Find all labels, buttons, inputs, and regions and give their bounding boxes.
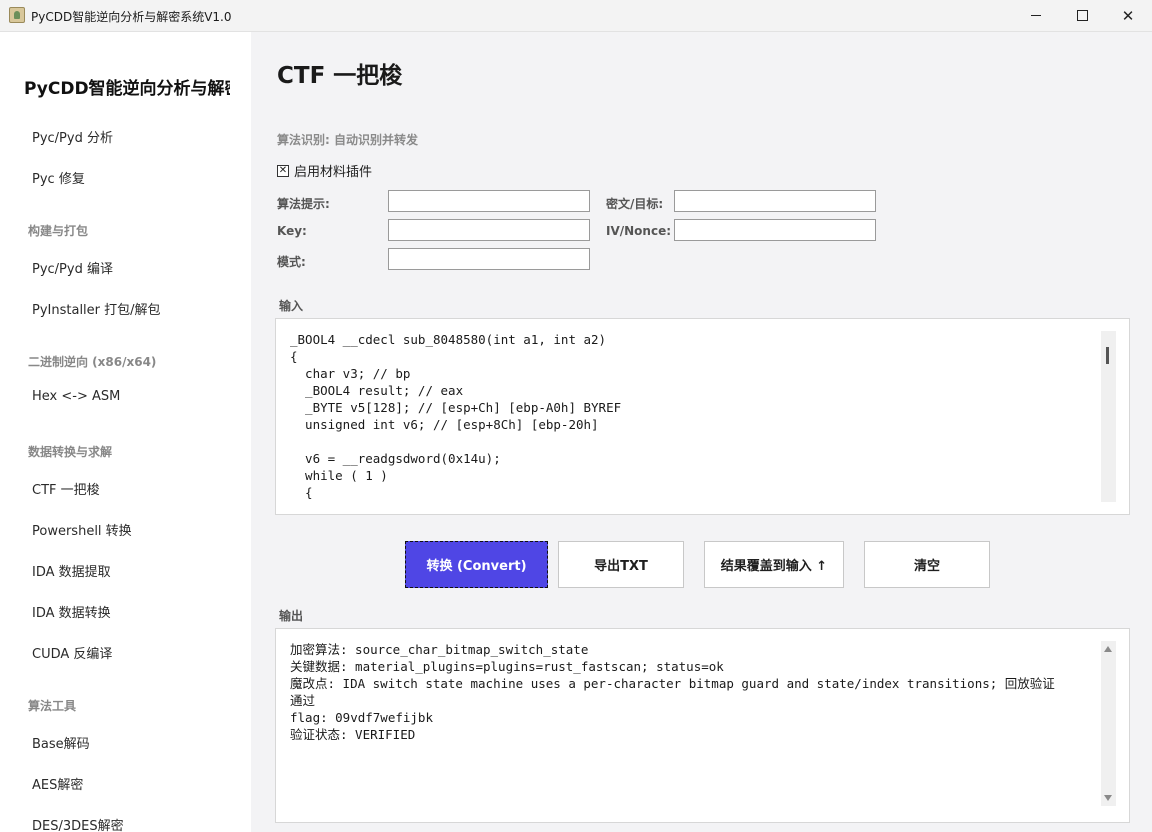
sidebar-item-ida-convert[interactable]: IDA 数据转换: [32, 602, 111, 621]
app-icon: [9, 7, 25, 23]
plugin-checkbox[interactable]: ✕: [277, 164, 289, 177]
minimize-icon: [1031, 15, 1041, 16]
maximize-icon: [1076, 10, 1088, 21]
overwrite-input-button[interactable]: 结果覆盖到输入 ↑: [704, 541, 844, 588]
algo-status: 算法识别: 自动识别并转发: [277, 133, 418, 147]
input-textarea[interactable]: _BOOL4 __cdecl sub_8048580(int a1, int a…: [290, 331, 1099, 502]
page-title: CTF 一把梭: [277, 63, 403, 89]
sidebar-item-pyc-repair[interactable]: Pyc 修复: [32, 168, 85, 187]
sidebar-item-pyinstaller[interactable]: PyInstaller 打包/解包: [32, 299, 161, 318]
minimize-button[interactable]: [1013, 0, 1059, 31]
title-bar: PyCDD智能逆向分析与解密系统V1.0 ✕: [0, 0, 1152, 32]
input-label: 输入: [279, 299, 304, 313]
sidebar-group-binary-reverse: 二进制逆向 (x86/x64): [28, 355, 157, 369]
algo-hint-label: 算法提示:: [277, 197, 330, 211]
key-input[interactable]: [388, 219, 590, 241]
input-panel: _BOOL4 __cdecl sub_8048580(int a1, int a…: [275, 318, 1130, 515]
sidebar-item-cuda-decompile[interactable]: CUDA 反编译: [32, 643, 112, 662]
sidebar: PyCDD智能逆向分析与解密 Pyc/Pyd 分析 Pyc 修复 构建与打包 P…: [0, 32, 251, 832]
export-txt-button[interactable]: 导出TXT: [558, 541, 684, 588]
output-panel: 加密算法: source_char_bitmap_switch_state 关键…: [275, 628, 1130, 823]
mode-label: 模式:: [277, 255, 306, 269]
mode-input[interactable]: [388, 248, 590, 270]
sidebar-item-ida-extract[interactable]: IDA 数据提取: [32, 561, 111, 580]
algo-hint-input[interactable]: [388, 190, 590, 212]
sidebar-item-aes-decrypt[interactable]: AES解密: [32, 774, 83, 793]
sidebar-group-data-convert: 数据转换与求解: [28, 445, 113, 459]
iv-nonce-input[interactable]: [674, 219, 876, 241]
sidebar-item-pyc-pyd-analysis[interactable]: Pyc/Pyd 分析: [32, 127, 113, 146]
iv-nonce-label: IV/Nonce:: [606, 224, 672, 238]
sidebar-item-powershell[interactable]: Powershell 转换: [32, 520, 132, 539]
convert-button[interactable]: 转换 (Convert): [405, 541, 548, 588]
input-scrollbar[interactable]: [1101, 331, 1116, 502]
input-scrollbar-thumb[interactable]: [1106, 347, 1109, 364]
maximize-button[interactable]: [1059, 0, 1105, 31]
close-button[interactable]: ✕: [1105, 0, 1151, 31]
window-title: PyCDD智能逆向分析与解密系统V1.0: [31, 10, 232, 24]
sidebar-group-build-pack: 构建与打包: [28, 224, 89, 238]
scroll-up-icon[interactable]: [1104, 646, 1112, 652]
clear-button[interactable]: 清空: [864, 541, 990, 588]
output-label: 输出: [279, 609, 304, 623]
key-label: Key:: [277, 224, 307, 238]
cipher-target-input[interactable]: [674, 190, 876, 212]
scroll-down-icon[interactable]: [1104, 795, 1112, 801]
sidebar-item-base-decode[interactable]: Base解码: [32, 733, 90, 752]
check-icon: ✕: [278, 164, 288, 176]
plugin-checkbox-label: 启用材料插件: [294, 165, 373, 180]
output-textarea[interactable]: 加密算法: source_char_bitmap_switch_state 关键…: [290, 641, 1099, 810]
sidebar-item-des-decrypt[interactable]: DES/3DES解密: [32, 815, 124, 832]
sidebar-item-ctf-oneshot[interactable]: CTF 一把梭: [32, 479, 100, 498]
plugin-checkbox-row[interactable]: ✕ 启用材料插件: [277, 161, 372, 180]
cipher-target-label: 密文/目标:: [606, 197, 664, 211]
sidebar-item-pyc-pyd-compile[interactable]: Pyc/Pyd 编译: [32, 258, 113, 277]
sidebar-title: PyCDD智能逆向分析与解密: [24, 79, 230, 99]
close-icon: ✕: [1121, 6, 1135, 25]
output-scrollbar[interactable]: [1101, 641, 1116, 806]
sidebar-item-hex-asm[interactable]: Hex <-> ASM: [32, 389, 120, 404]
sidebar-group-algo-tools: 算法工具: [28, 699, 77, 713]
